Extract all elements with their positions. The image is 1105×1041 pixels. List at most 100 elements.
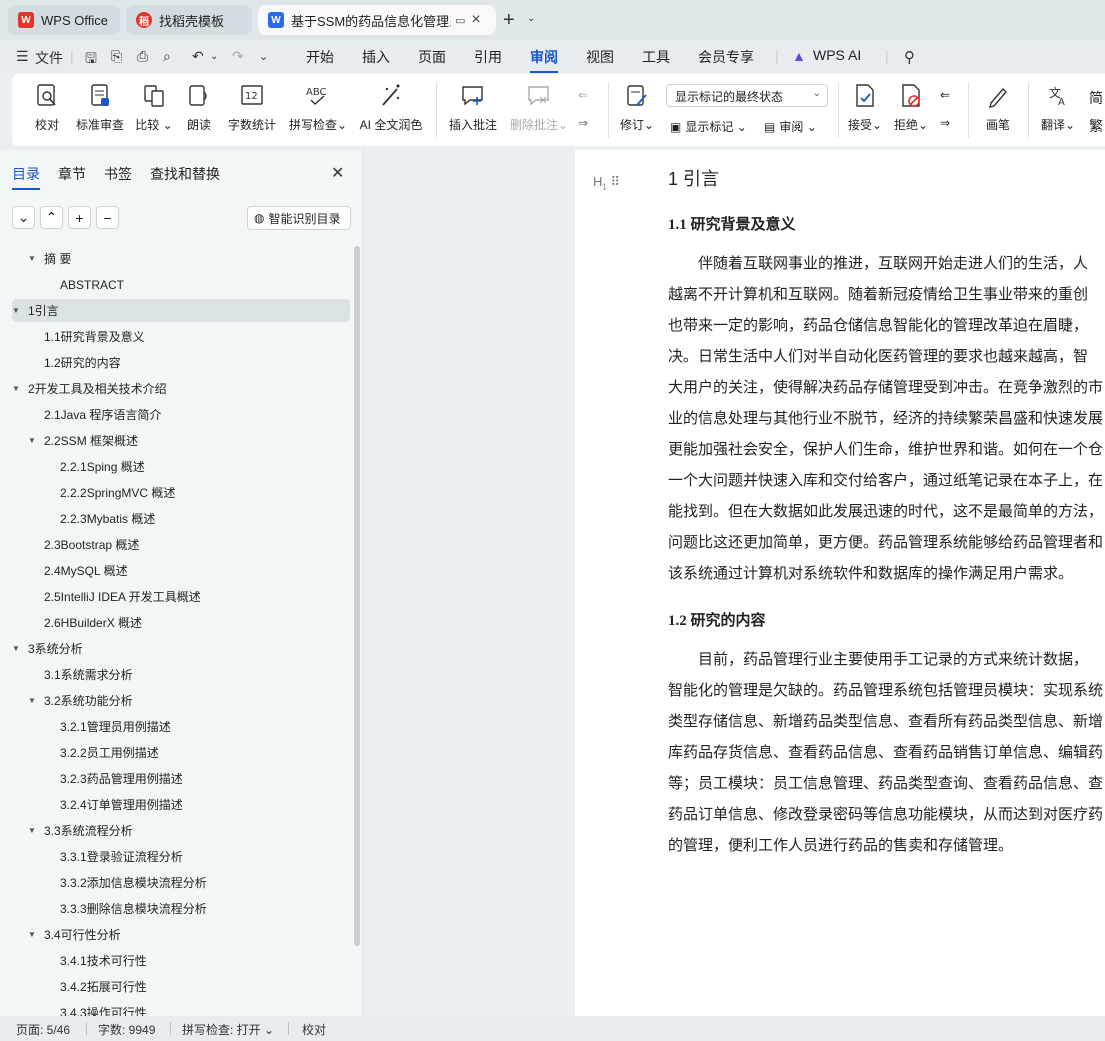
monitor-icon[interactable]: ▭ xyxy=(455,14,465,27)
spell-check-button[interactable]: ABC 拼写检查⌄ xyxy=(287,82,349,133)
undo-dropdown-icon[interactable]: ⌄ xyxy=(210,51,218,62)
nav-tab-toc[interactable]: 目录 xyxy=(12,164,40,190)
toc-item[interactable]: ▼ 摘 要 xyxy=(12,247,350,270)
toc-item[interactable]: 1.1研究背景及意义 xyxy=(12,325,350,348)
menu-tools[interactable]: 工具 xyxy=(642,47,670,67)
review-pane-button[interactable]: ▤ 审阅 ⌄ xyxy=(764,118,817,135)
toc-item[interactable]: 3.4.2拓展可行性 xyxy=(12,975,350,998)
read-aloud-button[interactable]: 朗读 xyxy=(184,82,214,133)
expand-triangle-icon[interactable]: ▼ xyxy=(28,254,40,263)
menu-file[interactable]: 文件 xyxy=(35,48,63,68)
smart-recognize-toc-button[interactable]: ◍ 智能识别目录 xyxy=(247,206,351,230)
new-tab-icon[interactable]: + xyxy=(503,9,515,32)
toc-item[interactable]: 1.2研究的内容 xyxy=(12,351,350,374)
menu-page[interactable]: 页面 xyxy=(418,47,446,67)
expand-triangle-icon[interactable]: ▼ xyxy=(12,644,24,653)
redo-icon[interactable]: ↷ xyxy=(232,48,244,65)
search-icon[interactable]: ⚲ xyxy=(904,48,915,66)
to-traditional-button[interactable]: 繁 xyxy=(1089,116,1103,136)
expand-triangle-icon[interactable]: ▼ xyxy=(12,306,24,315)
print-icon[interactable]: ⎙ xyxy=(137,48,148,65)
tab-current-document[interactable]: W 基于SSM的药品信息化管理系 ▭ × xyxy=(258,5,496,35)
pen-button[interactable]: 画笔 xyxy=(982,82,1014,133)
page-indicator[interactable]: 页面: 5/46 xyxy=(16,1021,70,1038)
word-count-button[interactable]: 12 字数统计 xyxy=(226,82,278,133)
menu-insert[interactable]: 插入 xyxy=(362,47,390,67)
toc-item[interactable]: 3.3.1登录验证流程分析 xyxy=(12,845,350,868)
undo-icon[interactable]: ↶ xyxy=(192,48,204,65)
toc-item[interactable]: ▼ 3.2系统功能分析 xyxy=(12,689,350,712)
toc-item[interactable]: ▼ 2.2SSM 框架概述 xyxy=(12,429,350,452)
toc-item[interactable]: 3.2.1管理员用例描述 xyxy=(12,715,350,738)
word-count-indicator[interactable]: 字数: 9949 xyxy=(98,1021,155,1038)
tab-docer-templates[interactable]: 稻 找稻壳模板 xyxy=(126,5,252,35)
expand-triangle-icon[interactable]: ▼ xyxy=(28,826,40,835)
nav-tab-bookmarks[interactable]: 书签 xyxy=(104,164,132,184)
expand-triangle-icon[interactable]: ▼ xyxy=(28,436,40,445)
accept-button[interactable]: 接受⌄ xyxy=(846,82,884,133)
previous-comment-icon[interactable]: ⇐ xyxy=(578,88,588,102)
toc-item[interactable]: ▼ 3.4可行性分析 xyxy=(12,923,350,946)
hamburger-icon[interactable]: ☰ xyxy=(16,48,29,65)
toc-item[interactable]: ▼ 3系统分析 xyxy=(12,637,350,660)
proofread-status[interactable]: 校对 xyxy=(302,1021,326,1038)
menu-start[interactable]: 开始 xyxy=(306,47,334,67)
translate-button[interactable]: 文A 翻译⌄ xyxy=(1040,82,1076,133)
expand-level-button[interactable]: ⌃ xyxy=(40,206,63,229)
toc-item[interactable]: 3.2.3药品管理用例描述 xyxy=(12,767,350,790)
heading-style-handle-icon[interactable]: H1 ⠿ xyxy=(593,174,620,192)
toc-item[interactable]: 3.4.1技术可行性 xyxy=(12,949,350,972)
toc-item[interactable]: 2.2.2SpringMVC 概述 xyxy=(12,481,350,504)
toc-item[interactable]: 3.4.3操作可行性 xyxy=(12,1001,350,1016)
toc-item[interactable]: 3.2.4订单管理用例描述 xyxy=(12,793,350,816)
remove-heading-button[interactable]: − xyxy=(96,206,119,229)
export-icon[interactable]: ⎘ xyxy=(111,48,122,65)
expand-triangle-icon[interactable]: ▼ xyxy=(12,384,24,393)
to-simplified-button[interactable]: 简 xyxy=(1089,88,1103,108)
delete-comment-button[interactable]: 删除批注⌄ xyxy=(508,82,570,133)
markup-display-select[interactable]: 显示标记的最终状态 ⌄ xyxy=(666,84,828,107)
toc-item[interactable]: ABSTRACT xyxy=(12,273,350,296)
toc-item[interactable]: 2.2.3Mybatis 概述 xyxy=(12,507,350,530)
menu-membership[interactable]: 会员专享 xyxy=(698,47,754,67)
toc-item[interactable]: ▼ 1引言 xyxy=(12,299,350,322)
compare-button[interactable]: 比较 ⌄ xyxy=(134,82,174,133)
toc-item[interactable]: 2.6HBuilderX 概述 xyxy=(12,611,350,634)
toc-item[interactable]: 3.1系统需求分析 xyxy=(12,663,350,686)
toc-item[interactable]: 2.1Java 程序语言简介 xyxy=(12,403,350,426)
toc-item[interactable]: 2.5IntelliJ IDEA 开发工具概述 xyxy=(12,585,350,608)
menu-reference[interactable]: 引用 xyxy=(474,47,502,67)
close-tab-icon[interactable]: × xyxy=(471,11,480,29)
expand-triangle-icon[interactable]: ▼ xyxy=(28,696,40,705)
show-markup-button[interactable]: ▣ 显示标记 ⌄ xyxy=(670,118,747,135)
menu-wps-ai[interactable]: WPS AI xyxy=(813,47,861,63)
save-icon[interactable]: 🖫 xyxy=(85,48,97,72)
toc-item[interactable]: 3.3.3删除信息模块流程分析 xyxy=(12,897,350,920)
toc-item[interactable]: ▼ 3.3系统流程分析 xyxy=(12,819,350,842)
tab-wps-office[interactable]: W WPS Office xyxy=(8,5,120,35)
more-chevron-icon[interactable]: ⌄ xyxy=(259,50,268,63)
previous-revision-icon[interactable]: ⇐ xyxy=(940,88,950,102)
menu-review[interactable]: 审阅 xyxy=(530,47,558,73)
insert-comment-button[interactable]: 插入批注 xyxy=(448,82,498,133)
revise-button[interactable]: 修订⌄ xyxy=(618,82,656,133)
toc-item[interactable]: ▼ 2开发工具及相关技术介绍 xyxy=(12,377,350,400)
toc-item[interactable]: 3.3.2添加信息模块流程分析 xyxy=(12,871,350,894)
add-heading-button[interactable]: + xyxy=(68,206,91,229)
reject-button[interactable]: 拒绝⌄ xyxy=(892,82,930,133)
nav-tab-sections[interactable]: 章节 xyxy=(58,164,86,184)
proofread-button[interactable]: 校对 xyxy=(32,82,62,133)
collapse-level-button[interactable]: ⌄ xyxy=(12,206,35,229)
next-revision-icon[interactable]: ⇒ xyxy=(940,116,950,130)
ai-polish-button[interactable]: AI 全文润色 xyxy=(358,82,424,133)
nav-tab-find-replace[interactable]: 查找和替换 xyxy=(150,164,220,184)
toc-scrollbar[interactable] xyxy=(354,246,360,946)
toc-item[interactable]: 2.3Bootstrap 概述 xyxy=(12,533,350,556)
toc-item[interactable]: 3.2.2员工用例描述 xyxy=(12,741,350,764)
spell-check-status[interactable]: 拼写检查: 打开 ⌄ xyxy=(182,1021,274,1038)
toc-item[interactable]: 2.4MySQL 概述 xyxy=(12,559,350,582)
print-preview-icon[interactable]: ⌕ xyxy=(163,48,171,65)
toc-item[interactable]: 2.2.1Sping 概述 xyxy=(12,455,350,478)
standard-review-button[interactable]: 标准审查 xyxy=(74,82,126,133)
menu-view[interactable]: 视图 xyxy=(586,47,614,67)
